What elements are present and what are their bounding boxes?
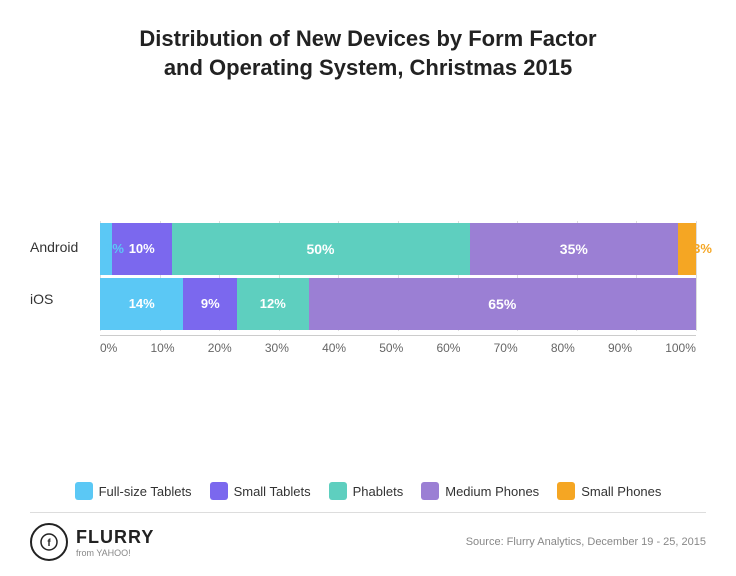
legend-swatch-phablets	[329, 482, 347, 500]
legend-label-small-tablets: Small Tablets	[234, 484, 311, 499]
x-label-100: 100%	[665, 341, 696, 355]
y-label-ios: iOS	[30, 273, 100, 325]
title-line2: and Operating System, Christmas 2015	[139, 54, 596, 83]
ios-small-tablets-segment: 9%	[183, 278, 237, 330]
y-label-android: Android	[30, 221, 100, 273]
x-label-90: 90%	[608, 341, 632, 355]
x-label-60: 60%	[436, 341, 460, 355]
android-full-tablets-segment: 2%	[100, 223, 112, 275]
x-label-10: 10%	[151, 341, 175, 355]
android-bar-row: 2% 10% 50% 35%	[100, 223, 706, 275]
legend-label-small-phones: Small Phones	[581, 484, 661, 499]
legend-item-phablets: Phablets	[329, 482, 404, 500]
x-label-50: 50%	[379, 341, 403, 355]
x-label-20: 20%	[208, 341, 232, 355]
logo-yahoo-sub: from YAHOO!	[76, 548, 154, 558]
x-label-0: 0%	[100, 341, 117, 355]
chart-title: Distribution of New Devices by Form Fact…	[139, 25, 596, 82]
android-small-phones-segment: 3%	[678, 223, 696, 275]
logo-text-group: FLURRY from YAHOO!	[76, 527, 154, 558]
logo-flurry-name: FLURRY	[76, 527, 154, 548]
x-label-70: 70%	[494, 341, 518, 355]
footer: f FLURRY from YAHOO! Source: Flurry Anal…	[30, 512, 706, 561]
footer-logo: f FLURRY from YAHOO!	[30, 523, 154, 561]
x-label-80: 80%	[551, 341, 575, 355]
legend-item-medium-phones: Medium Phones	[421, 482, 539, 500]
legend-swatch-small-tablets	[210, 482, 228, 500]
chart-area: Android iOS	[30, 112, 706, 464]
legend-label-full-tablets: Full-size Tablets	[99, 484, 192, 499]
legend-swatch-full-tablets	[75, 482, 93, 500]
x-label-40: 40%	[322, 341, 346, 355]
android-phablets-segment: 50%	[172, 223, 470, 275]
svg-text:f: f	[47, 538, 51, 549]
legend-label-medium-phones: Medium Phones	[445, 484, 539, 499]
footer-source: Source: Flurry Analytics, December 19 - …	[466, 536, 706, 548]
legend-item-small-tablets: Small Tablets	[210, 482, 311, 500]
ios-full-tablets-segment: 14%	[100, 278, 183, 330]
x-axis: 0% 10% 20% 30% 40% 50% 60% 70% 80% 90% 1…	[100, 335, 706, 355]
legend-label-phablets: Phablets	[353, 484, 404, 499]
android-medium-phones-segment: 35%	[470, 223, 679, 275]
flurry-logo-icon: f	[39, 532, 59, 552]
legend-swatch-medium-phones	[421, 482, 439, 500]
ios-medium-phones-segment: 65%	[309, 278, 696, 330]
logo-circle: f	[30, 523, 68, 561]
ios-bar-row: 14% 9% 12% 65%	[100, 278, 706, 330]
legend: Full-size Tablets Small Tablets Phablets…	[75, 482, 662, 500]
ios-phablets-segment: 12%	[237, 278, 309, 330]
legend-swatch-small-phones	[557, 482, 575, 500]
legend-item-full-tablets: Full-size Tablets	[75, 482, 192, 500]
x-label-30: 30%	[265, 341, 289, 355]
title-line1: Distribution of New Devices by Form Fact…	[139, 25, 596, 54]
legend-item-small-phones: Small Phones	[557, 482, 661, 500]
